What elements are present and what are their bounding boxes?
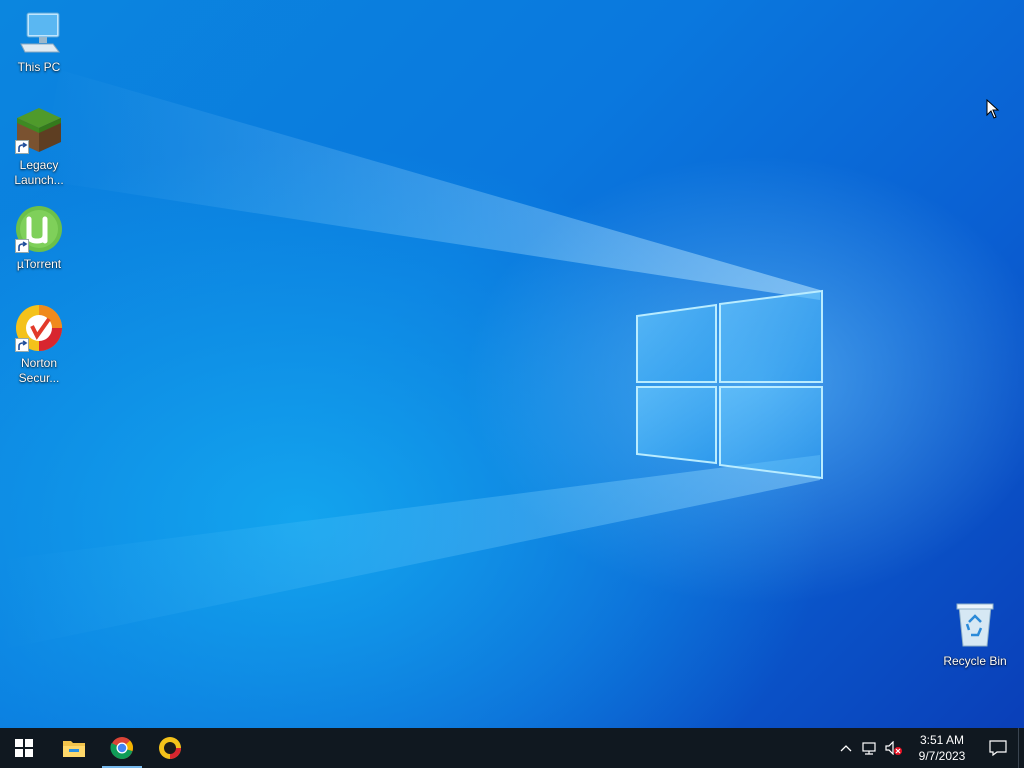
clock-time: 3:51 AM <box>919 733 965 747</box>
recycle-bin-icon <box>951 602 999 650</box>
desktop-icon-utorrent[interactable]: µTorrent <box>1 205 77 272</box>
computer-icon <box>15 8 63 56</box>
notification-icon <box>989 740 1007 756</box>
desktop-icon-label: Norton Secur... <box>18 356 60 385</box>
taskbar-file-explorer[interactable] <box>50 728 98 768</box>
volume-muted-icon <box>885 741 902 755</box>
mouse-cursor-icon <box>986 99 1000 119</box>
desktop-icon-norton-security[interactable]: Norton Secur... <box>1 304 77 386</box>
chrome-icon <box>110 737 133 759</box>
start-button[interactable] <box>0 728 48 768</box>
desktop-icon-this-pc[interactable]: This PC <box>1 8 77 75</box>
taskbar-norton[interactable] <box>146 728 194 768</box>
norton-icon <box>159 737 181 759</box>
desktop-icon-legacy-launcher[interactable]: Legacy Launch... <box>1 106 77 188</box>
wallpaper-windows-logo <box>0 70 823 650</box>
network-status-button[interactable] <box>858 728 882 768</box>
clock-date: 9/7/2023 <box>918 749 966 763</box>
start-icon <box>15 739 33 757</box>
system-tray: 3:51 AM 9/7/2023 <box>834 728 1024 768</box>
norton-icon <box>15 304 63 352</box>
desktop[interactable]: This PC Legacy Launch... µTorrent Norton… <box>0 0 1024 728</box>
desktop-icon-recycle-bin[interactable]: Recycle Bin <box>937 602 1013 669</box>
show-hidden-icons-button[interactable] <box>834 728 858 768</box>
desktop-icon-label: Recycle Bin <box>943 654 1007 668</box>
desktop-icon-label: This PC <box>17 60 61 74</box>
taskbar-chrome[interactable] <box>98 728 146 768</box>
action-center-button[interactable] <box>978 728 1018 768</box>
utorrent-icon <box>15 205 63 253</box>
volume-button[interactable] <box>882 728 906 768</box>
shortcut-arrow-icon <box>15 239 29 253</box>
show-desktop-button[interactable] <box>1018 728 1024 768</box>
chevron-up-icon <box>840 745 852 752</box>
network-icon <box>862 742 876 755</box>
shortcut-arrow-icon <box>15 338 29 352</box>
taskbar: 3:51 AM 9/7/2023 <box>0 728 1024 768</box>
desktop-icon-label: µTorrent <box>16 257 62 271</box>
file-explorer-icon <box>63 741 85 757</box>
desktop-icon-label: Legacy Launch... <box>14 158 64 187</box>
minecraft-grass-block-icon <box>15 106 63 154</box>
taskbar-clock[interactable]: 3:51 AM 9/7/2023 <box>906 732 978 764</box>
shortcut-arrow-icon <box>15 140 29 154</box>
